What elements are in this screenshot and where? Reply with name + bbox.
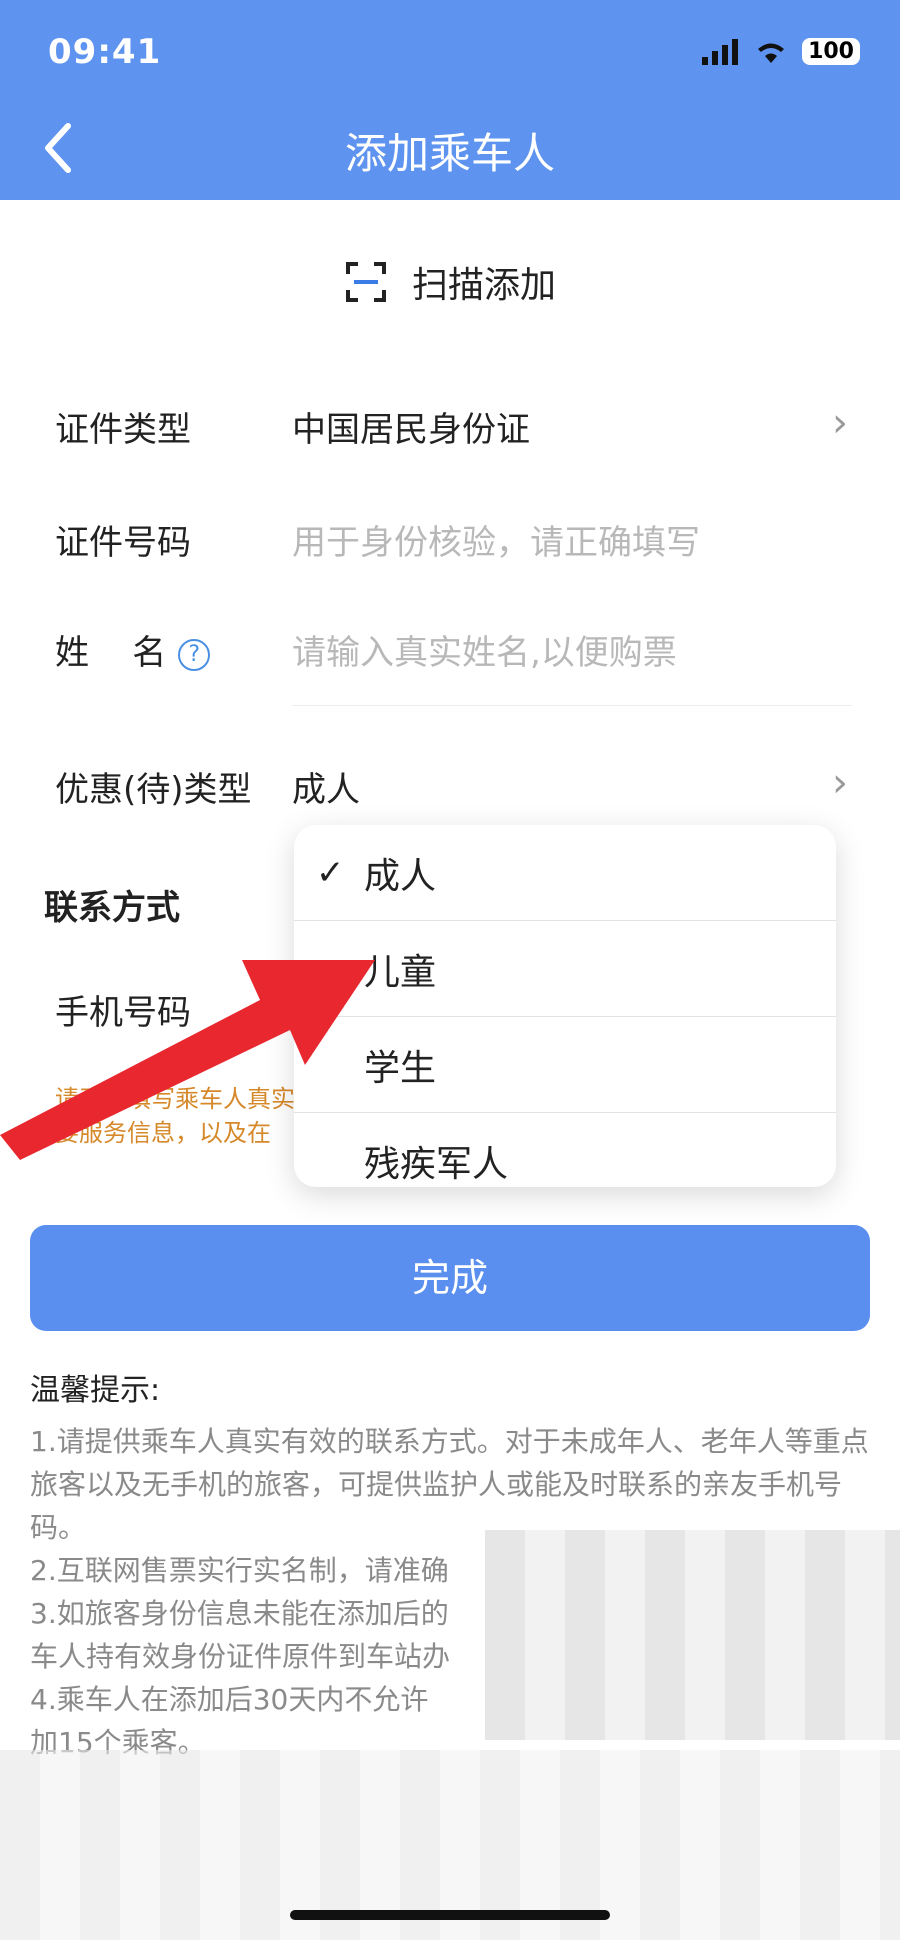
tips-title: 温馨提示: [30,1373,161,1408]
home-indicator [290,1910,610,1920]
id-number-label: 证件号码 [55,523,191,563]
app-header: 09:41 100 添加乘车人 [0,0,900,200]
name-label-text: 姓 名 [55,633,167,673]
status-time: 09:41 [48,32,162,72]
help-icon[interactable]: ? [178,638,211,671]
red-arrow-annotation [0,960,375,1160]
blurred-region [485,1530,900,1740]
id-type-row[interactable]: 证件类型 中国居民身份证 › [0,370,900,480]
id-number-row: 证件号码 用于身份核验，请正确填写 [0,480,900,590]
chevron-right-icon: › [832,400,848,446]
status-icons: 100 [702,38,860,65]
discount-type-row[interactable]: 优惠(待)类型 成人 › [0,730,900,840]
wifi-icon [758,43,785,63]
chevron-right-icon: › [832,760,848,806]
id-type-value: 中国居民身份证 [292,410,530,450]
scan-add-button[interactable]: 扫描添加 [0,256,900,308]
page-title: 添加乘车人 [344,129,555,178]
name-label: 姓 名? [55,625,211,674]
done-button[interactable]: 完成 [30,1225,870,1331]
id-number-input[interactable]: 用于身份核验，请正确填写 [292,515,700,564]
discount-type-label: 优惠(待)类型 [55,770,252,810]
option-label: 成人 [364,855,437,897]
scan-icon [345,262,386,302]
name-input[interactable]: 请输入真实姓名,以便购票 [292,625,677,674]
id-type-label: 证件类型 [55,410,191,450]
signal-icon [702,38,739,65]
divider [292,705,852,706]
checkmark-icon: ✓ [316,852,345,893]
name-row: 姓 名? 请输入真实姓名,以便购票 [0,590,900,700]
scan-label: 扫描添加 [411,265,556,306]
battery-indicator: 100 [802,38,860,65]
dropdown-option-adult[interactable]: ✓ 成人 [294,825,836,921]
discount-type-value: 成人 [292,770,360,810]
